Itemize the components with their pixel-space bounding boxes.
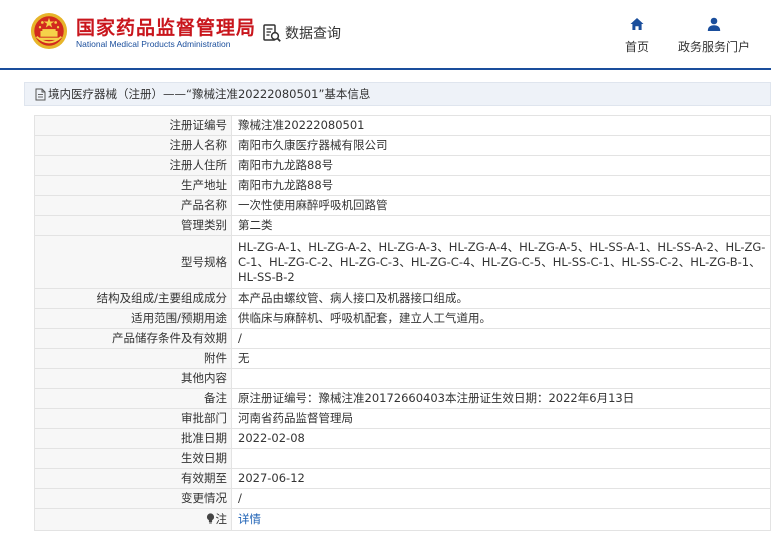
field-label: 结构及组成/主要组成成分: [34, 288, 232, 309]
field-value: 无: [231, 348, 771, 369]
header-divider: [0, 68, 771, 70]
field-label: 附件: [34, 348, 232, 369]
registration-details-table: 注册证编号 豫械注准20222080501 注册人名称 南阳市久康医疗器械有限公司 注册…: [34, 115, 771, 531]
site-title: 国家药品监督管理局: [76, 17, 257, 39]
field-value: 河南省药品监督管理局: [231, 408, 771, 429]
national-emblem-icon: [30, 12, 68, 50]
note-value-cell: 详情: [231, 508, 771, 531]
table-row: 批准日期 2022-02-08: [34, 428, 771, 449]
field-value: 一次性使用麻醉呼吸机回路管: [231, 195, 771, 216]
field-label: 注册人住所: [34, 155, 232, 176]
lightbulb-icon: [206, 513, 214, 524]
field-label: 适用范围/预期用途: [34, 308, 232, 329]
field-value: 南阳市久康医疗器械有限公司: [231, 135, 771, 156]
field-value: 第二类: [231, 215, 771, 236]
table-row-note: 注详情: [34, 508, 771, 531]
field-label: 其他内容: [34, 368, 232, 389]
table-row: 生效日期: [34, 448, 771, 469]
field-label: 产品名称: [34, 195, 232, 216]
table-row: 有效期至 2027-06-12: [34, 468, 771, 489]
data-query-link[interactable]: 数据查询: [262, 22, 341, 44]
table-row: 注册人住所 南阳市九龙路88号: [34, 155, 771, 176]
field-value: 2027-06-12: [231, 468, 771, 489]
nav-home[interactable]: 首页: [620, 16, 654, 55]
document-icon: [35, 88, 46, 100]
table-row: 注册证编号 豫械注准20222080501: [34, 115, 771, 136]
table-row: 产品储存条件及有效期 /: [34, 328, 771, 349]
field-value: 供临床与麻醉机、呼吸机配套，建立人工气道用。: [231, 308, 771, 329]
field-value: 南阳市九龙路88号: [231, 155, 771, 176]
table-row: 管理类别 第二类: [34, 215, 771, 236]
field-value: HL-ZG-A-1、HL-ZG-A-2、HL-ZG-A-3、HL-ZG-A-4、…: [231, 235, 771, 289]
table-row: 变更情况 /: [34, 488, 771, 509]
note-label-cell: 注: [34, 508, 232, 531]
field-label: 有效期至: [34, 468, 232, 489]
field-value: 2022-02-08: [231, 428, 771, 449]
breadcrumb: 境内医疗器械（注册）——“豫械注准20222080501”基本信息: [24, 82, 771, 106]
table-row: 附件无: [34, 348, 771, 369]
field-label: 生效日期: [34, 448, 232, 469]
data-query-label: 数据查询: [285, 26, 341, 42]
field-label: 型号规格: [34, 235, 232, 289]
breadcrumb-text: 境内医疗器械（注册）——“豫械注准20222080501”基本信息: [48, 87, 371, 101]
table-row: 备注 原注册证编号：豫械注准20172660403本注册证生效日期：2022年6月…: [34, 388, 771, 409]
field-label: 备注: [34, 388, 232, 409]
table-row: 审批部门 河南省药品监督管理局: [34, 408, 771, 429]
site-header: 国家药品监督管理局 National Medical Products Admi…: [0, 0, 771, 68]
field-label: 变更情况: [34, 488, 232, 509]
note-label: 注: [215, 512, 228, 526]
field-value: /: [231, 328, 771, 349]
field-label: 注册人名称: [34, 135, 232, 156]
table-row: 产品名称 一次性使用麻醉呼吸机回路管: [34, 195, 771, 216]
table-row: 型号规格 HL-ZG-A-1、HL-ZG-A-2、HL-ZG-A-3、HL-ZG-…: [34, 235, 771, 289]
table-row: 生产地址 南阳市九龙路88号: [34, 175, 771, 196]
field-label: 管理类别: [34, 215, 232, 236]
field-label: 审批部门: [34, 408, 232, 429]
table-row: 结构及组成/主要组成成分 本产品由螺纹管、病人接口及机器接口组成。: [34, 288, 771, 309]
field-value: 南阳市九龙路88号: [231, 175, 771, 196]
nav-service-label: 政务服务门户: [677, 40, 750, 54]
field-label: 产品储存条件及有效期: [34, 328, 232, 349]
field-value: 本产品由螺纹管、病人接口及机器接口组成。: [231, 288, 771, 309]
field-value: /: [231, 488, 771, 509]
nav-service-portal[interactable]: 政务服务门户: [673, 16, 755, 55]
field-label: 批准日期: [34, 428, 232, 449]
nav-home-label: 首页: [624, 40, 649, 54]
field-value: [231, 448, 771, 469]
site-subtitle: National Medical Products Administration: [76, 39, 231, 49]
user-icon: [707, 17, 721, 31]
table-row: 其他内容: [34, 368, 771, 389]
details-link[interactable]: 详情: [238, 512, 261, 526]
field-value: [231, 368, 771, 389]
home-icon: [630, 18, 644, 30]
data-query-icon: [263, 24, 281, 42]
field-value: 原注册证编号：豫械注准20172660403本注册证生效日期：2022年6月13…: [231, 388, 771, 409]
field-label: 生产地址: [34, 175, 232, 196]
field-value: 豫械注准20222080501: [231, 115, 771, 136]
table-row: 注册人名称 南阳市久康医疗器械有限公司: [34, 135, 771, 156]
table-row: 适用范围/预期用途 供临床与麻醉机、呼吸机配套，建立人工气道用。: [34, 308, 771, 329]
field-label: 注册证编号: [34, 115, 232, 136]
